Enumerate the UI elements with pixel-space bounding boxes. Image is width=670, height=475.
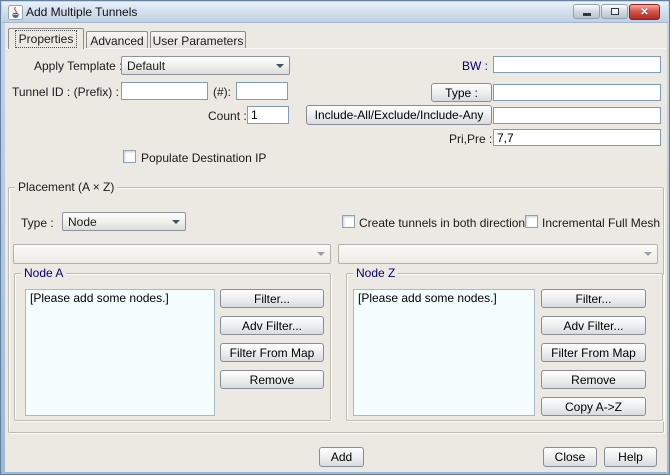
add-multiple-tunnels-dialog: Add Multiple Tunnels ✕ Properties Advanc… — [0, 0, 670, 475]
include-exclude-button-label: Include-All/Exclude/Include-Any — [314, 108, 484, 122]
node-z-filter-button[interactable]: Filter... — [541, 289, 646, 308]
include-exclude-button[interactable]: Include-All/Exclude/Include-Any — [306, 105, 492, 125]
add-button-label: Add — [330, 450, 353, 464]
placement-type-label: Type : — [21, 216, 54, 230]
incremental-full-mesh-label: Incremental Full Mesh — [542, 216, 661, 230]
tab-user-parameters-label: User Parameters — [152, 33, 244, 48]
close-dialog-button[interactable]: Close — [543, 447, 597, 467]
tunnel-id-prefix-label: Tunnel ID : (Prefix) : — [12, 85, 119, 99]
tab-advanced[interactable]: Advanced — [86, 31, 148, 49]
create-both-directions-checkbox[interactable] — [342, 215, 355, 228]
add-button[interactable]: Add — [319, 447, 364, 467]
node-z-adv-filter-button[interactable]: Adv Filter... — [541, 316, 646, 335]
tab-properties[interactable]: Properties — [8, 28, 84, 49]
node-z-group-title: Node Z — [353, 266, 399, 280]
tunnel-hash-label: (#): — [213, 85, 231, 99]
type-button[interactable]: Type : — [431, 83, 492, 102]
node-a-adv-filter-button[interactable]: Adv Filter... — [220, 316, 324, 335]
apply-template-label: Apply Template : — [34, 59, 123, 73]
node-z-list-placeholder: [Please add some nodes.] — [358, 291, 497, 305]
node-z-filter-from-map-button[interactable]: Filter From Map — [541, 343, 646, 362]
node-z-list[interactable]: [Please add some nodes.] — [353, 289, 535, 416]
node-z-remove-button[interactable]: Remove — [541, 370, 646, 389]
type-field[interactable] — [493, 84, 661, 101]
help-button[interactable]: Help — [604, 447, 657, 467]
populate-destination-ip-label: Populate Destination IP — [141, 151, 267, 165]
node-a-filter-button[interactable]: Filter... — [220, 289, 324, 308]
node-z-copy-a-to-z-button[interactable]: Copy A->Z — [541, 397, 646, 416]
pri-pre-field[interactable] — [493, 129, 661, 146]
node-z-selector-combo[interactable] — [338, 244, 658, 264]
tab-properties-label: Properties — [14, 30, 78, 48]
count-label: Count : — [208, 109, 247, 123]
apply-template-combo[interactable]: Default — [121, 56, 290, 75]
include-exclude-field[interactable] — [493, 107, 661, 124]
chevron-down-icon — [644, 252, 652, 256]
create-both-directions-label: Create tunnels in both directions — [359, 216, 532, 230]
placement-type-combo[interactable]: Node — [62, 212, 186, 231]
close-button-label: Close — [554, 450, 586, 464]
node-a-list[interactable]: [Please add some nodes.] — [25, 289, 215, 416]
window-title: Add Multiple Tunnels — [26, 5, 138, 19]
tab-user-parameters[interactable]: User Parameters — [150, 31, 246, 49]
tunnel-hash-field[interactable] — [236, 82, 288, 100]
type-button-label: Type : — [445, 85, 478, 100]
chevron-down-icon — [172, 219, 180, 224]
placement-type-value: Node — [68, 214, 97, 229]
node-a-selector-combo[interactable] — [13, 244, 331, 264]
chevron-down-icon — [317, 252, 325, 256]
node-a-group-title: Node A — [21, 266, 67, 280]
populate-destination-ip-checkbox[interactable] — [123, 150, 136, 163]
close-button[interactable]: ✕ — [629, 4, 660, 20]
help-button-label: Help — [618, 450, 643, 464]
tunnel-prefix-field[interactable] — [121, 82, 208, 100]
apply-template-value: Default — [127, 58, 166, 73]
minimize-button[interactable] — [573, 4, 600, 19]
placement-group-title: Placement (A × Z) — [15, 180, 118, 194]
bw-field[interactable] — [493, 56, 661, 73]
maximize-button[interactable] — [601, 4, 628, 19]
java-icon — [8, 5, 23, 23]
incremental-full-mesh-checkbox[interactable] — [525, 215, 538, 228]
close-icon: ✕ — [640, 6, 649, 18]
title-bar[interactable]: Add Multiple Tunnels — [2, 2, 668, 23]
pri-pre-label: Pri,Pre : — [449, 132, 493, 146]
node-a-list-placeholder: [Please add some nodes.] — [30, 291, 169, 305]
count-field[interactable] — [247, 106, 289, 124]
maximize-icon — [610, 8, 619, 15]
node-a-remove-button[interactable]: Remove — [220, 370, 324, 389]
node-a-filter-from-map-button[interactable]: Filter From Map — [220, 343, 324, 362]
tab-advanced-label: Advanced — [90, 33, 144, 48]
chevron-down-icon — [276, 63, 284, 68]
minimize-icon — [582, 13, 591, 16]
bw-label: BW : — [462, 59, 488, 73]
